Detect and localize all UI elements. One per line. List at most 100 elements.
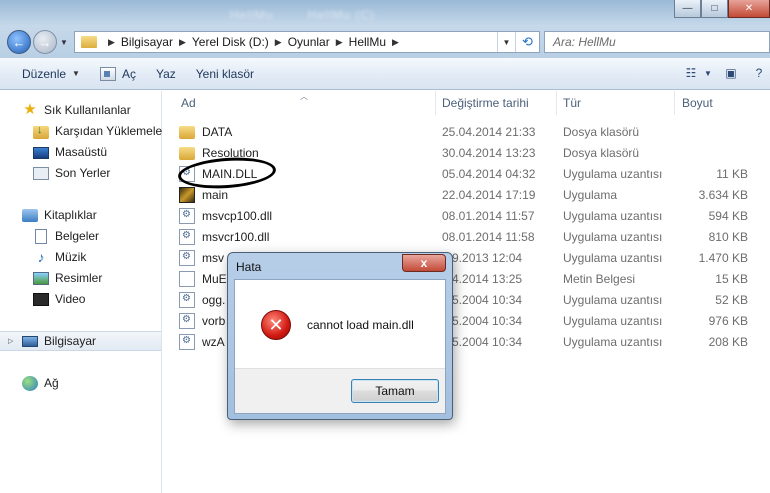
sidebar-label: Resimler — [55, 271, 103, 285]
view-dropdown[interactable]: ▼ — [702, 62, 714, 84]
burn-button[interactable]: Yaz — [146, 62, 186, 86]
refresh-button[interactable]: ⟲ — [515, 32, 539, 52]
close-button[interactable]: ✕ — [728, 0, 770, 18]
file-name: Resolution — [202, 145, 259, 160]
sidebar-item-pictures[interactable]: Resimler — [33, 268, 102, 288]
help-button[interactable]: ? — [748, 62, 770, 84]
breadcrumb: ▶ Bilgisayar ▶ Yerel Disk (D:) ▶ Oyunlar… — [102, 35, 405, 49]
burn-label: Yaz — [155, 66, 176, 81]
sidebar-item-videos[interactable]: Video — [33, 289, 85, 309]
maximize-button[interactable]: □ — [701, 0, 728, 18]
file-name-cell: wzA — [179, 333, 225, 350]
sidebar-item-recent-places[interactable]: Son Yerler — [33, 163, 110, 183]
file-type: Metin Belgesi — [563, 271, 636, 286]
dialog-close-button[interactable]: x — [402, 254, 446, 272]
chevron-right-icon[interactable]: ▶ — [275, 37, 282, 48]
file-type: Uygulama uzantısı — [563, 166, 663, 181]
sidebar-item-downloads[interactable]: Karşıdan Yüklemeler — [33, 121, 166, 141]
file-name-cell: MuE — [179, 270, 227, 287]
file-name: DATA — [202, 124, 233, 139]
column-divider[interactable] — [556, 91, 557, 115]
column-header-type[interactable]: Tür — [563, 91, 663, 115]
window-title: HellMu HellMu (C) — [230, 8, 405, 22]
forward-button[interactable]: → — [33, 30, 57, 54]
videos-icon — [33, 292, 49, 306]
dll-file-icon — [179, 312, 195, 329]
minimize-button[interactable]: — — [674, 0, 701, 18]
address-bar[interactable]: ▶ Bilgisayar ▶ Yerel Disk (D:) ▶ Oyunlar… — [74, 31, 540, 53]
column-header-size[interactable]: Boyut — [682, 91, 762, 115]
search-input[interactable]: Ara: HellMu — [544, 31, 770, 53]
file-type: Dosya klasörü — [563, 124, 640, 139]
column-header-date[interactable]: Değiştirme tarihi — [442, 91, 562, 115]
file-row[interactable]: Resolution 30.04.2014 13:23 Dosya klasörü — [179, 142, 770, 163]
documents-icon — [35, 228, 47, 244]
column-divider[interactable] — [674, 91, 675, 115]
open-button[interactable]: Aç — [90, 62, 146, 86]
star-icon: ★ — [23, 101, 37, 118]
file-name: MAIN.DLL — [202, 166, 258, 181]
breadcrumb-item[interactable]: Yerel Disk (D:) — [192, 35, 269, 49]
dll-file-icon — [179, 333, 195, 350]
column-label: Değiştirme tarihi — [442, 96, 529, 110]
application-icon — [179, 186, 195, 203]
file-row[interactable]: msvcr100.dll 08.01.2014 11:58 Uygulama uza… — [179, 226, 770, 247]
sidebar-label: Karşıdan Yüklemeler — [55, 124, 167, 138]
sidebar-libraries[interactable]: Kitaplıklar — [22, 205, 97, 225]
chevron-right-icon[interactable]: ▶ — [336, 37, 343, 48]
expand-arrow-icon[interactable]: ▷ — [8, 337, 13, 345]
sidebar-item-documents[interactable]: Belgeler — [33, 226, 99, 246]
error-message: cannot load main.dll — [307, 318, 414, 332]
file-date: .05.2004 10:34 — [442, 313, 523, 328]
address-history-dropdown[interactable]: ▼ — [497, 32, 515, 52]
dialog-title: Hata — [236, 260, 262, 274]
file-name-cell: DATA — [179, 124, 232, 139]
sidebar-item-music[interactable]: ♪ Müzik — [33, 247, 87, 267]
organize-button[interactable]: Düzenle ▼ — [12, 62, 90, 86]
sidebar-favorites[interactable]: ★ Sık Kullanılanlar — [22, 100, 131, 120]
title-text: HellMu (C) — [307, 8, 376, 22]
sidebar-label: Belgeler — [55, 229, 100, 243]
sidebar-item-computer[interactable]: ▷ Bilgisayar — [0, 331, 161, 351]
view-options-button[interactable]: ☷ — [680, 62, 702, 84]
breadcrumb-item[interactable]: Bilgisayar — [121, 35, 173, 49]
sidebar-item-desktop[interactable]: Masaüstü — [33, 142, 107, 162]
close-icon: x — [420, 256, 428, 270]
ok-button[interactable]: Tamam — [351, 379, 439, 403]
file-date: .05.2004 10:34 — [442, 292, 523, 307]
breadcrumb-item[interactable]: Oyunlar — [288, 35, 330, 49]
sidebar-item-network[interactable]: Ağ — [22, 373, 59, 393]
file-row[interactable]: MAIN.DLL 05.04.2014 04:32 Uygulama uzantıs… — [179, 163, 770, 184]
sidebar-label: Masaüstü — [55, 145, 108, 159]
file-row[interactable]: msvcp100.dll 08.01.2014 11:57 Uygulama uza… — [179, 205, 770, 226]
sidebar-label: Sık Kullanılanlar — [44, 103, 131, 117]
file-name-cell: msv — [179, 249, 224, 266]
dll-file-icon — [179, 165, 195, 182]
dll-file-icon — [179, 291, 195, 308]
file-row[interactable]: DATA 25.04.2014 21:33 Dosya klasörü — [179, 121, 770, 142]
recent-pages-dropdown[interactable]: ▼ — [60, 38, 68, 47]
column-divider[interactable] — [435, 91, 436, 115]
chevron-right-icon[interactable]: ▶ — [392, 37, 399, 48]
back-button[interactable]: ← — [7, 30, 31, 54]
file-date: 05.04.2014 04:32 — [442, 166, 536, 181]
arrow-right-icon: → — [38, 34, 52, 50]
open-icon — [99, 66, 116, 81]
file-size: 3.634 KB — [698, 187, 748, 202]
file-type: Dosya klasörü — [563, 145, 640, 160]
breadcrumb-item[interactable]: HellMu — [349, 35, 386, 49]
new-folder-button[interactable]: Yeni klasör — [186, 62, 264, 86]
preview-pane-button[interactable]: ▣ — [720, 62, 742, 84]
file-name-cell: ogg. — [179, 291, 225, 308]
open-label: Aç — [121, 66, 136, 81]
sidebar-label: Kitaplıklar — [44, 208, 97, 222]
preview-pane-icon: ▣ — [725, 66, 737, 80]
file-name: msv — [202, 250, 224, 265]
chevron-right-icon[interactable]: ▶ — [179, 37, 186, 48]
dll-file-icon — [179, 249, 195, 266]
file-date: .09.2013 12:04 — [442, 250, 523, 265]
file-name-cell: Resolution — [179, 145, 259, 160]
file-name-cell: MAIN.DLL — [179, 165, 258, 182]
file-row[interactable]: main 22.04.2014 17:19 Uygulama 3.634 KB — [179, 184, 770, 205]
error-icon: ✕ — [261, 310, 291, 340]
